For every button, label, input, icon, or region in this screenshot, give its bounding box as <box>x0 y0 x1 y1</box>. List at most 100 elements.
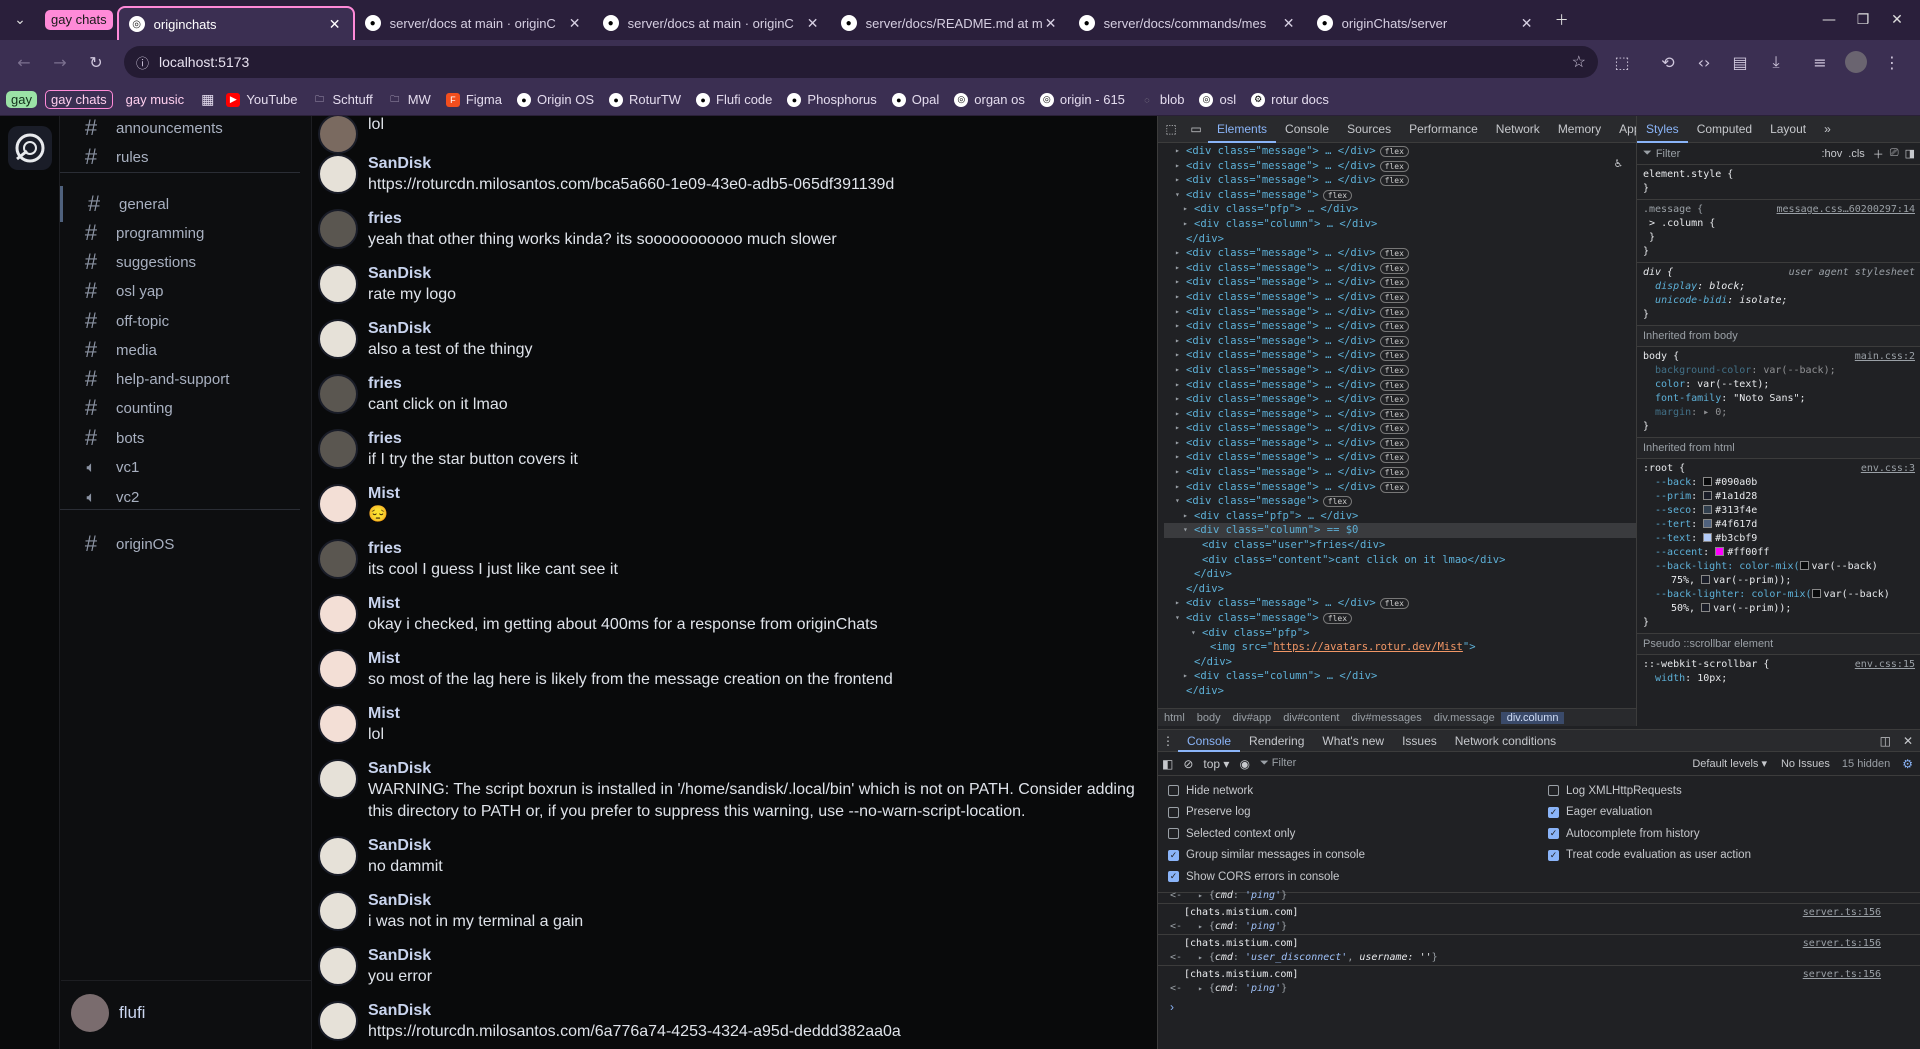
computed-sidebar-icon[interactable]: ◨ <box>1905 147 1915 160</box>
new-tab-plus-icon[interactable]: ＋ <box>1545 3 1579 37</box>
css-variable[interactable]: --seco: #313f4e <box>1643 505 1757 516</box>
expand-triangle-icon[interactable]: ▾ <box>1175 188 1180 203</box>
close-icon[interactable]: ✕ <box>1903 734 1913 748</box>
message-username[interactable]: SanDisk <box>368 836 443 856</box>
message-username[interactable]: fries <box>368 209 837 229</box>
color-swatch[interactable] <box>1701 575 1711 584</box>
flex-badge[interactable]: flex <box>1379 481 1409 493</box>
message-username[interactable]: Mist <box>368 594 878 614</box>
flex-badge[interactable]: flex <box>1379 350 1409 362</box>
log-levels-select[interactable]: Default levels ▾ <box>1692 757 1767 770</box>
reload-icon[interactable]: ↻ <box>80 46 112 78</box>
bookmark-flufi-code[interactable]: ● Flufi code <box>696 92 772 107</box>
color-swatch[interactable] <box>1703 491 1713 500</box>
css-variable[interactable]: --accent: #ff00ff <box>1643 547 1769 558</box>
checkbox[interactable]: ✓ <box>1168 871 1179 883</box>
breadcrumb-item[interactable]: body <box>1191 712 1227 724</box>
expand-triangle-icon[interactable]: ▾ <box>1191 626 1196 641</box>
dom-node[interactable]: ▸ <div class="message"> … </div> flex <box>1164 348 1636 363</box>
dom-node[interactable]: ▸ <div class="message"> … </div> flex <box>1164 305 1636 320</box>
expand-triangle-icon[interactable]: ▸ <box>1183 669 1188 684</box>
css-variable[interactable]: --text: #b3cbf9 <box>1643 533 1757 544</box>
flex-badge[interactable]: flex <box>1379 306 1409 318</box>
tab-computed[interactable]: Computed <box>1688 116 1761 143</box>
dom-node[interactable]: </div> <box>1164 567 1636 582</box>
style-declaration[interactable]: margin: ▸ 0; <box>1643 407 1727 418</box>
cls-toggle[interactable]: .cls <box>1848 148 1865 160</box>
expand-triangle-icon[interactable]: ▸ <box>1198 922 1203 931</box>
tab-console[interactable]: Console <box>1276 116 1338 143</box>
dom-node[interactable]: </div> <box>1164 684 1636 694</box>
dom-node[interactable]: ▸ <div class="message"> … </div> flex <box>1164 436 1636 451</box>
hov-toggle[interactable]: :hov <box>1821 148 1842 160</box>
user-avatar[interactable] <box>71 993 109 1032</box>
checkbox[interactable] <box>1548 785 1559 797</box>
close-icon[interactable]: ✕ <box>1281 15 1297 32</box>
drawer-tab-what-s-new[interactable]: What's new <box>1313 730 1393 752</box>
console-setting-log-xmlhttprequests[interactable]: Log XMLHttpRequests <box>1548 780 1751 802</box>
dom-node[interactable]: ▸ <div class="message"> … </div> flex <box>1164 159 1636 174</box>
checkbox[interactable] <box>1168 806 1179 818</box>
expand-triangle-icon[interactable]: ▸ <box>1175 144 1180 159</box>
originchats-server-icon[interactable] <box>8 126 52 170</box>
console-setting-selected-context-only[interactable]: Selected context only <box>1168 823 1548 845</box>
bookmark-rotur-docs[interactable]: ⚙ rotur docs <box>1251 92 1329 107</box>
color-swatch[interactable] <box>1811 589 1821 598</box>
user-avatar[interactable] <box>318 154 358 194</box>
checkbox[interactable] <box>1168 828 1179 840</box>
flex-badge[interactable]: flex <box>1379 175 1409 187</box>
clear-console-icon[interactable]: ⊘ <box>1183 757 1193 771</box>
user-avatar[interactable] <box>318 484 358 524</box>
message-username[interactable]: SanDisk <box>368 946 432 966</box>
expand-triangle-icon[interactable]: ▸ <box>1198 953 1203 962</box>
console-prompt-icon[interactable]: › <box>1158 996 1920 1014</box>
breadcrumb-item[interactable]: html <box>1158 712 1191 724</box>
console-object[interactable]: <- ▸ {cmd: 'ping'} <box>1158 889 1920 903</box>
css-variable[interactable]: --back-lighter: color-mix(var(--back) <box>1643 589 1890 600</box>
flex-badge[interactable]: flex <box>1379 598 1409 610</box>
expand-triangle-icon[interactable]: ▸ <box>1183 202 1188 217</box>
expand-triangle-icon[interactable]: ▸ <box>1175 305 1180 320</box>
message-username[interactable]: SanDisk <box>368 319 533 339</box>
context-select[interactable]: top ▾ <box>1203 757 1229 771</box>
flex-badge[interactable]: flex <box>1379 364 1409 376</box>
tab-group-chip[interactable]: gay chats <box>45 10 113 30</box>
dom-node[interactable]: </div> <box>1164 655 1636 670</box>
user-avatar[interactable] <box>318 539 358 579</box>
flex-badge[interactable]: flex <box>1379 394 1409 406</box>
expand-triangle-icon[interactable]: ▸ <box>1198 891 1203 900</box>
breadcrumb-item[interactable]: div.message <box>1428 712 1501 724</box>
dom-node[interactable]: ▾ <div class="message"> flex <box>1164 188 1636 203</box>
expand-triangle-icon[interactable]: ▸ <box>1183 509 1188 524</box>
tab-elements[interactable]: Elements <box>1208 116 1277 143</box>
dom-node[interactable]: ▸ <div class="message"> … </div> flex <box>1164 465 1636 480</box>
dom-node[interactable]: ▾ <div class="column"> == $0 <box>1164 523 1636 539</box>
dom-node[interactable]: <img src="https://avatars.rotur.dev/Mist… <box>1164 640 1636 655</box>
inspect-element-icon[interactable]: ⬚ <box>1158 122 1184 136</box>
user-avatar[interactable] <box>318 319 358 359</box>
bookmark-group-gay[interactable]: gay <box>6 91 37 108</box>
dom-node[interactable]: ▸ <div class="message"> … </div> flex <box>1164 421 1636 436</box>
dom-node[interactable]: <div class="user">fries</div> <box>1164 538 1636 553</box>
bookmark-opal[interactable]: ● Opal <box>891 92 939 107</box>
message-username[interactable]: Mist <box>368 484 400 504</box>
device-toolbar-icon[interactable]: ▭ <box>1184 122 1208 136</box>
message-username[interactable]: SanDisk <box>368 891 583 911</box>
flex-badge[interactable]: flex <box>1379 423 1409 435</box>
breadcrumb-item[interactable]: div#messages <box>1345 712 1427 724</box>
message-username[interactable]: SanDisk <box>368 1001 901 1021</box>
dom-node[interactable]: ▾ <div class="message"> flex <box>1164 611 1636 626</box>
console-setting-treat-code-evaluation-as-user-action[interactable]: ✓ Treat code evaluation as user action <box>1548 845 1751 867</box>
drawer-tab-rendering[interactable]: Rendering <box>1240 730 1313 752</box>
color-swatch[interactable] <box>1701 603 1711 612</box>
expand-triangle-icon[interactable]: ▸ <box>1175 392 1180 407</box>
message-username[interactable]: fries <box>368 374 508 394</box>
styles-filter-input[interactable]: Filter <box>1656 148 1822 160</box>
close-icon[interactable]: ✕ <box>1043 15 1059 32</box>
channel-item-originos[interactable]: # originOS <box>60 526 310 562</box>
expand-triangle-icon[interactable]: ▸ <box>1175 450 1180 465</box>
dom-node[interactable]: ▸ <div class="message"> … </div> flex <box>1164 480 1636 495</box>
color-swatch[interactable] <box>1703 519 1713 528</box>
dom-node[interactable]: ▸ <div class="message"> … </div> flex <box>1164 363 1636 378</box>
dom-node[interactable]: ▸ <div class="message"> … </div> flex <box>1164 334 1636 349</box>
